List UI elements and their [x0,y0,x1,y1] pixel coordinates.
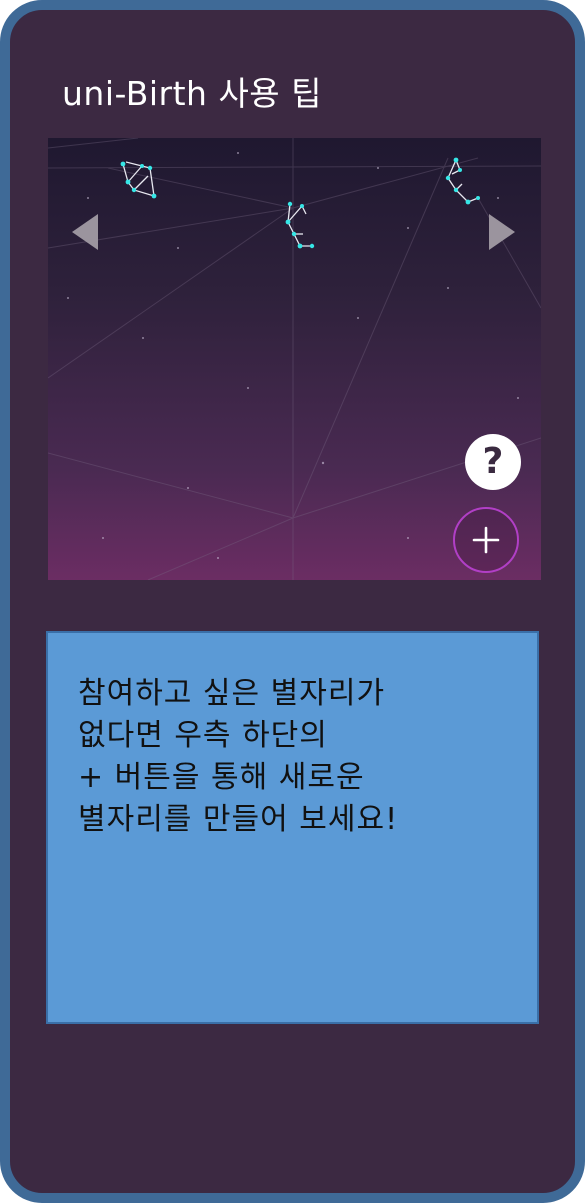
constellation-preview: ? [48,138,541,580]
tip-window: uni-Birth 사용 팁 ? 참여하고 싶은 별자리가 없다면 우측 하단의… [0,0,585,1203]
help-button[interactable]: ? [465,434,521,490]
tip-line: 별자리를 만들어 보세요! [78,802,399,837]
constellation-left-stars [120,161,157,199]
next-arrow-icon[interactable] [489,214,515,250]
add-constellation-button[interactable] [453,507,519,573]
tip-text-box: 참여하고 싶은 별자리가 없다면 우측 하단의 + 버튼을 통해 새로운 별자리… [46,631,539,1024]
page-title: uni-Birth 사용 팁 [62,74,323,113]
tip-line: + 버튼을 통해 새로운 [78,760,365,795]
plus-icon [472,526,500,554]
previous-arrow-icon[interactable] [72,214,98,250]
tip-line: 없다면 우측 하단의 [78,718,328,753]
tip-line: 참여하고 싶은 별자리가 [78,676,386,711]
constellation-center [287,203,312,247]
